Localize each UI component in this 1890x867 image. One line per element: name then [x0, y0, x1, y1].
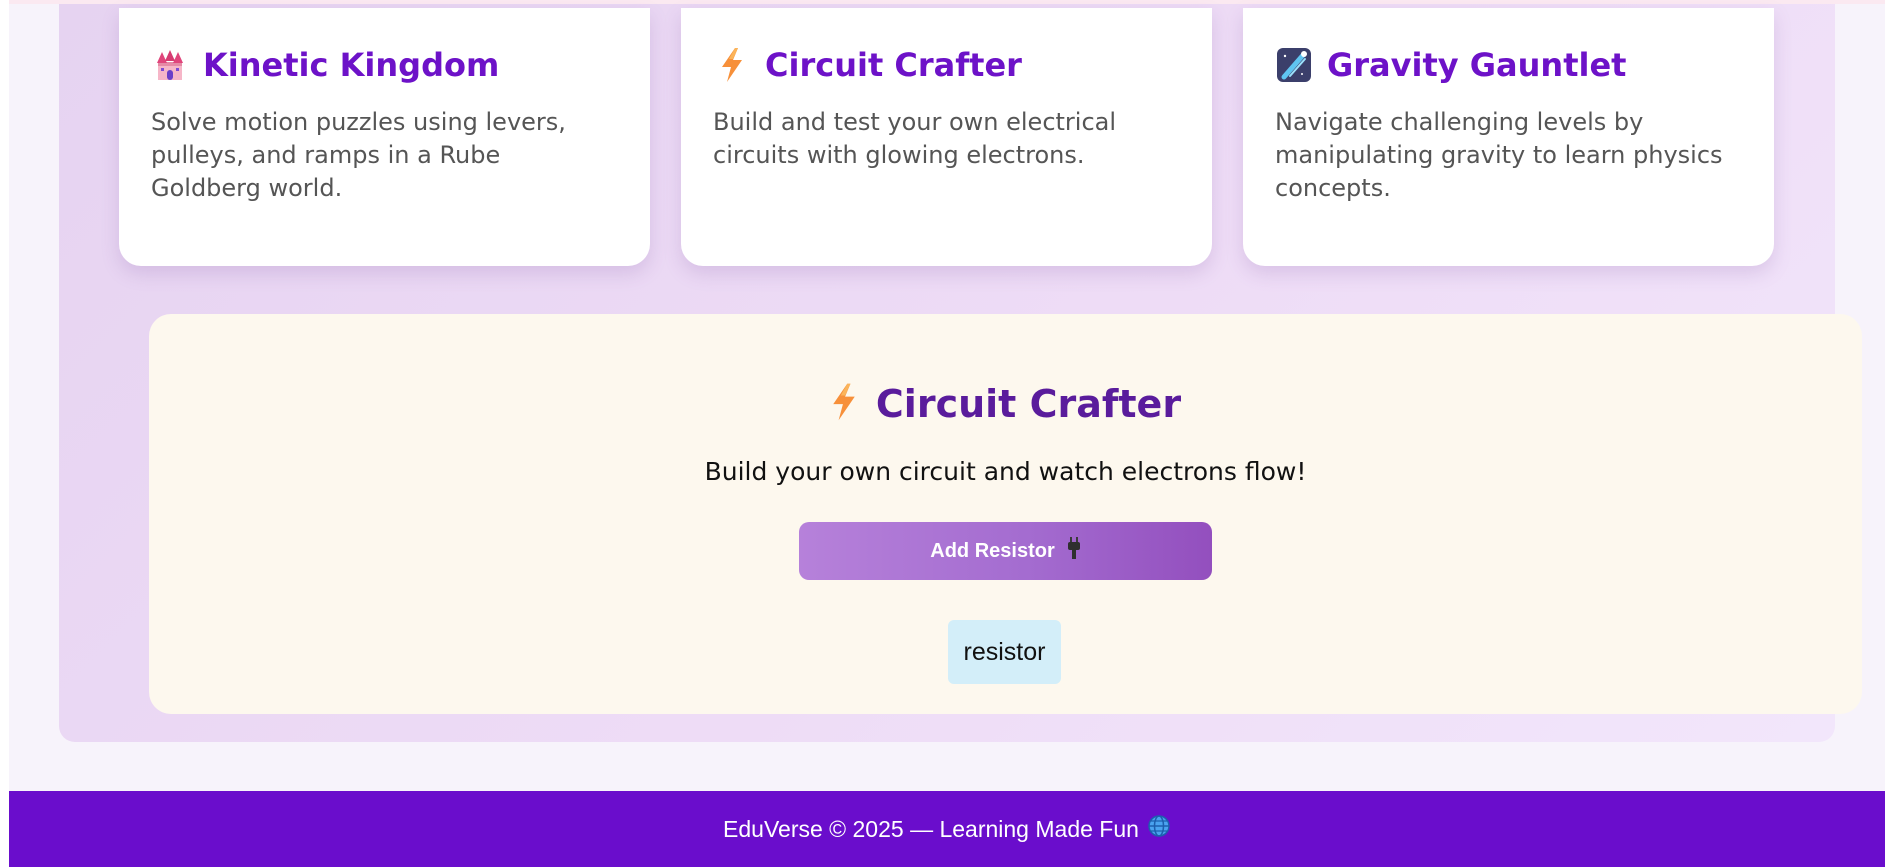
demo-subtitle: Build your own circuit and watch electro…: [704, 457, 1307, 486]
game-card-title[interactable]: Kinetic Kingdom: [203, 49, 499, 81]
demo-header: Circuit Crafter: [149, 382, 1862, 426]
circuit-component-resistor[interactable]: resistor: [948, 620, 1061, 684]
comet-icon: [1275, 46, 1313, 84]
game-card-description: Build and test your own electrical circu…: [713, 108, 1117, 169]
game-card-gravity-gauntlet[interactable]: Gravity Gauntlet Navigate challenging le…: [1243, 8, 1774, 266]
add-resistor-label: Add Resistor: [930, 539, 1055, 562]
plug-icon: [1067, 537, 1081, 565]
game-card-description: Navigate challenging levels by manipulat…: [1275, 108, 1723, 202]
game-card-header: Kinetic Kingdom: [151, 46, 616, 84]
games-section: Kinetic Kingdom Solve motion puzzles usi…: [59, 4, 1862, 742]
page: Kinetic Kingdom Solve motion puzzles usi…: [0, 0, 1890, 867]
game-card-description: Solve motion puzzles using levers, pulle…: [151, 108, 566, 202]
circuit-crafter-demo: Circuit Crafter Build your own circuit a…: [149, 314, 1862, 714]
game-card-circuit-crafter[interactable]: Circuit Crafter Build and test your own …: [681, 8, 1212, 266]
footer-text: EduVerse © 2025 — Learning Made Fun: [723, 815, 1139, 842]
game-card-title[interactable]: Gravity Gauntlet: [1327, 49, 1626, 81]
page-edge-right: [1885, 0, 1890, 867]
site-footer: EduVerse © 2025 — Learning Made Fun: [9, 791, 1885, 867]
page-edge-left: [0, 0, 9, 867]
globe-icon: [1147, 814, 1171, 844]
game-card-header: Circuit Crafter: [713, 46, 1178, 84]
demo-title: Circuit Crafter: [875, 382, 1182, 426]
lightning-icon: [830, 382, 858, 426]
add-resistor-button[interactable]: Add Resistor: [799, 522, 1212, 580]
game-card-header: Gravity Gauntlet: [1275, 46, 1740, 84]
castle-icon: [151, 46, 189, 84]
game-card-title[interactable]: Circuit Crafter: [765, 49, 1022, 81]
game-card-kinetic-kingdom[interactable]: Kinetic Kingdom Solve motion puzzles usi…: [119, 8, 650, 266]
lightning-icon: [713, 46, 751, 84]
